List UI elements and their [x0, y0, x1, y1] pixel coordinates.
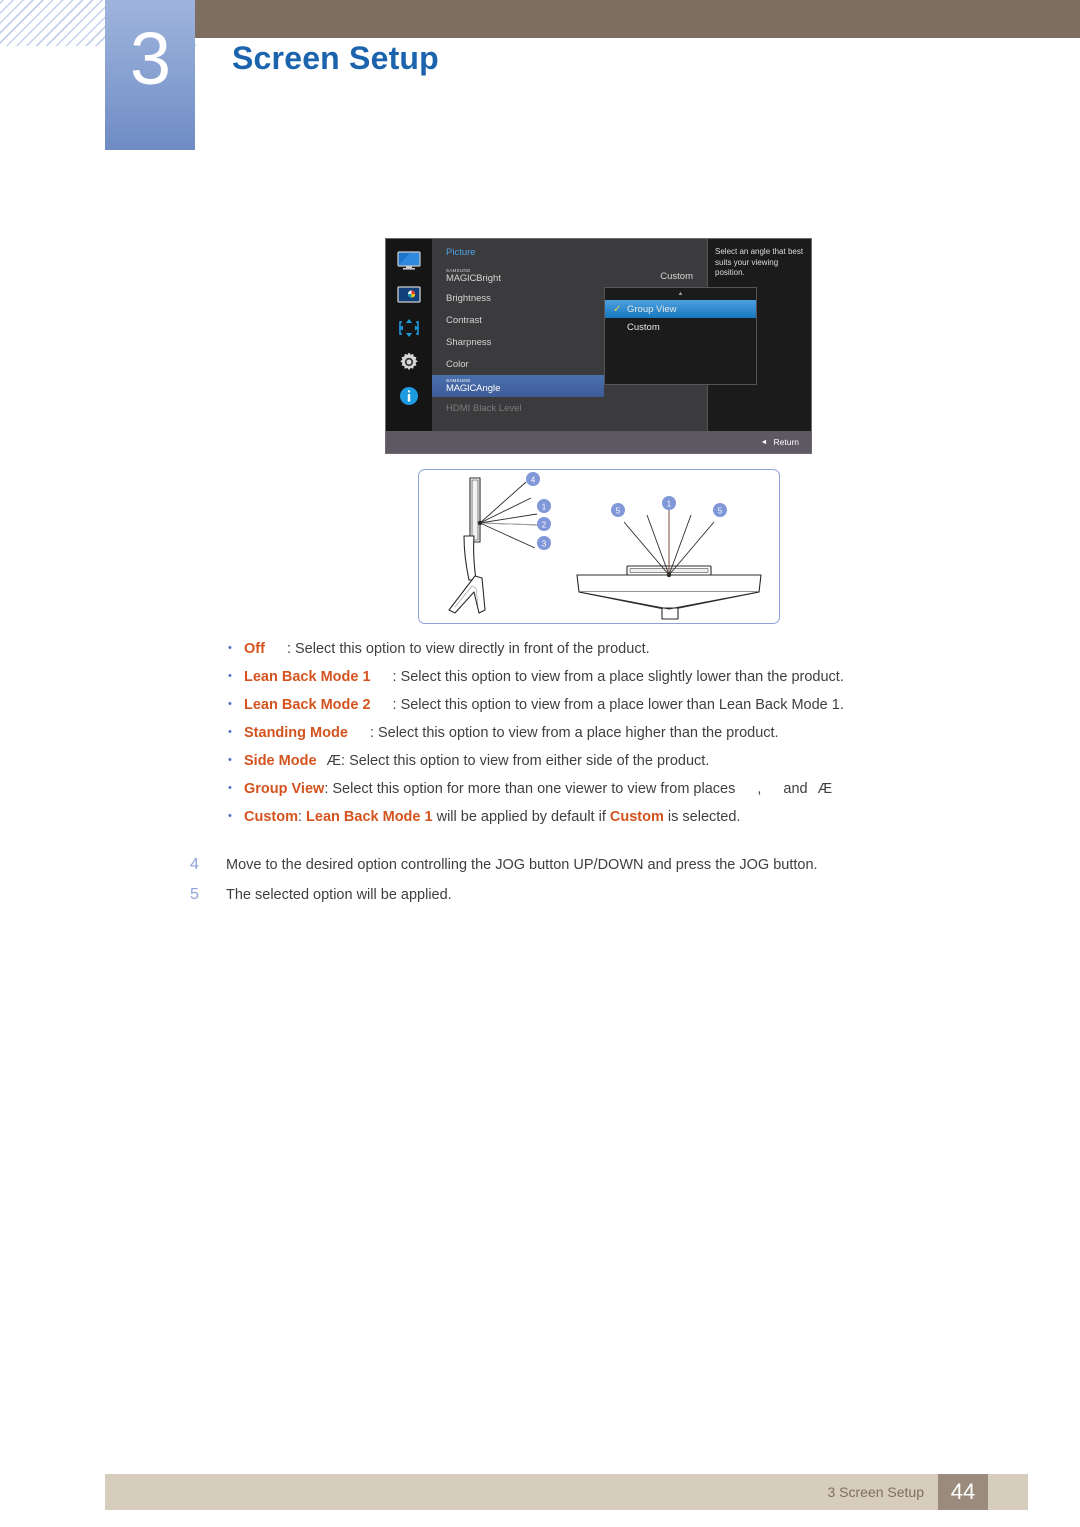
option-term: Side Mode: [244, 753, 317, 770]
bullet-icon: •: [228, 782, 232, 795]
bullet-icon: •: [228, 754, 232, 767]
option-term: Off: [244, 641, 265, 657]
osd-row-label: Sharpness: [446, 336, 492, 348]
magicangle-label: SAMSUNG MAGICAngle: [446, 377, 501, 394]
check-icon: ✓: [613, 303, 622, 315]
osd-screenshot: Picture SAMSUNG MAGICBright Custom Brigh…: [385, 238, 812, 454]
info-icon[interactable]: [396, 385, 422, 407]
option-term: Group View: [244, 781, 325, 798]
picture-icon[interactable]: [396, 283, 422, 305]
list-item: • Side Mode Æ: Select this option to view…: [228, 752, 1028, 771]
gear-icon[interactable]: [396, 351, 422, 373]
option-tail-comma: ,: [757, 781, 762, 798]
bullet-icon: •: [228, 726, 232, 739]
return-label[interactable]: Return: [773, 437, 799, 447]
magicbright-label: SAMSUNG MAGICBright: [446, 267, 501, 284]
option-callout-glyph: Æ: [326, 753, 342, 770]
svg-text:5: 5: [616, 506, 621, 515]
svg-text:1: 1: [667, 499, 672, 508]
option-desc: : Select this option for more than one v…: [324, 781, 736, 798]
chapter-number-block: 3: [105, 0, 195, 150]
step-number: 4: [190, 856, 199, 873]
svg-text:2: 2: [542, 520, 547, 529]
display-icon[interactable]: [396, 249, 422, 271]
svg-text:1: 1: [542, 502, 547, 511]
osd-row-magicangle[interactable]: SAMSUNG MAGICAngle: [432, 375, 604, 397]
header-brown-bar: [192, 0, 1080, 38]
option-term: Lean Back Mode 2: [244, 697, 371, 714]
osd-row-label: HDMI Black Level: [446, 402, 522, 414]
svg-text:4: 4: [531, 475, 536, 484]
option-term: Custom: [244, 809, 298, 826]
step-text: The selected option will be applied.: [226, 887, 452, 903]
diagram-svg: 4 1 2 3 5 1 5: [448, 472, 762, 620]
osd-row-label: Brightness: [446, 292, 491, 304]
osd-row-label: Contrast: [446, 314, 482, 326]
option-desc: : Select this option to view directly in…: [286, 641, 650, 657]
osd-row-magicbright[interactable]: SAMSUNG MAGICBright Custom: [432, 265, 707, 287]
option-colon: :: [297, 809, 303, 826]
osd-row-label: Color: [446, 358, 469, 370]
list-item: • Group View: Select this option for mor…: [228, 780, 1028, 799]
page-number: 44: [938, 1474, 988, 1510]
osd-option-popup: ▲ ✓ Group View Custom: [604, 287, 757, 385]
osd-menu-title: Picture: [446, 247, 476, 258]
option-desc: will be applied by default if: [432, 809, 610, 826]
step-number: 5: [190, 886, 199, 903]
option-term: Lean Back Mode 1: [244, 669, 371, 686]
chapter-number: 3: [129, 17, 171, 100]
popup-item-label: Custom: [627, 321, 660, 333]
back-arrow-icon: ◄: [760, 438, 768, 446]
list-item: • Lean Back Mode 2 : Select this option t…: [228, 696, 1028, 715]
svg-text:5: 5: [718, 506, 723, 515]
list-item: • Standing Mode : Select this option to v…: [228, 724, 1028, 743]
bullet-icon: •: [228, 642, 232, 654]
osd-icon-sidebar: [386, 239, 432, 431]
osd-row-hdmi-black-level: HDMI Black Level: [432, 397, 707, 419]
bullet-icon: •: [228, 670, 232, 683]
step-text: Move to the desired option controlling t…: [226, 857, 818, 873]
osd-footer: ◄ Return: [386, 431, 811, 453]
popup-item-group-view[interactable]: ✓ Group View: [605, 300, 756, 318]
osd-menu-list: Picture SAMSUNG MAGICBright Custom Brigh…: [432, 239, 757, 431]
page-footer: 3 Screen Setup 44: [105, 1474, 1028, 1510]
bullet-icon: •: [228, 698, 232, 711]
bullet-icon: •: [228, 810, 232, 823]
svg-text:3: 3: [542, 539, 547, 548]
option-tail-and: and: [783, 781, 808, 798]
osd-body: Picture SAMSUNG MAGICBright Custom Brigh…: [386, 239, 811, 431]
option-descriptions-list: • Off : Select this option to view direct…: [228, 640, 1028, 836]
popup-item-custom[interactable]: Custom: [605, 318, 756, 336]
list-item: • Custom: Lean Back Mode 1 will be appli…: [228, 808, 1028, 827]
list-item: 4 Move to the desired option controlling…: [190, 856, 1030, 874]
option-desc: : Select this option to view from a plac…: [369, 725, 779, 742]
page-title: Screen Setup: [232, 40, 439, 76]
option-term: Standing Mode: [244, 725, 348, 742]
option-term-secondary: Lean Back Mode 1: [306, 809, 433, 826]
document-page: 3 Screen Setup Picture SAMSUNG MAGICBrig…: [0, 0, 1080, 1527]
option-tail-glyph: Æ: [817, 781, 833, 798]
footer-tail: [988, 1474, 1028, 1510]
option-term-tertiary: Custom: [609, 809, 664, 826]
popup-item-label: Group View: [627, 303, 677, 315]
option-desc: : Select this option to view from a plac…: [392, 669, 844, 686]
scroll-up-arrow-icon[interactable]: ▲: [605, 288, 756, 300]
option-desc: : Select this option to view from a plac…: [392, 697, 844, 714]
viewing-angle-diagram: 4 1 2 3 5 1 5: [418, 469, 780, 624]
magicbright-value: Custom: [660, 270, 693, 282]
option-desc-tail: is selected.: [663, 809, 741, 826]
numbered-steps-list: 4 Move to the desired option controlling…: [190, 856, 1030, 916]
list-item: • Lean Back Mode 1 : Select this option t…: [228, 668, 1028, 687]
list-item: • Off : Select this option to view direct…: [228, 640, 1028, 659]
diagram-callout-left: 4 1 2 3: [526, 472, 551, 550]
footer-section-label: 3 Screen Setup: [827, 1484, 924, 1500]
option-desc: : Select this option to view from either…: [341, 753, 710, 770]
move-arrows-icon[interactable]: [396, 317, 422, 339]
list-item: 5 The selected option will be applied.: [190, 886, 1030, 904]
